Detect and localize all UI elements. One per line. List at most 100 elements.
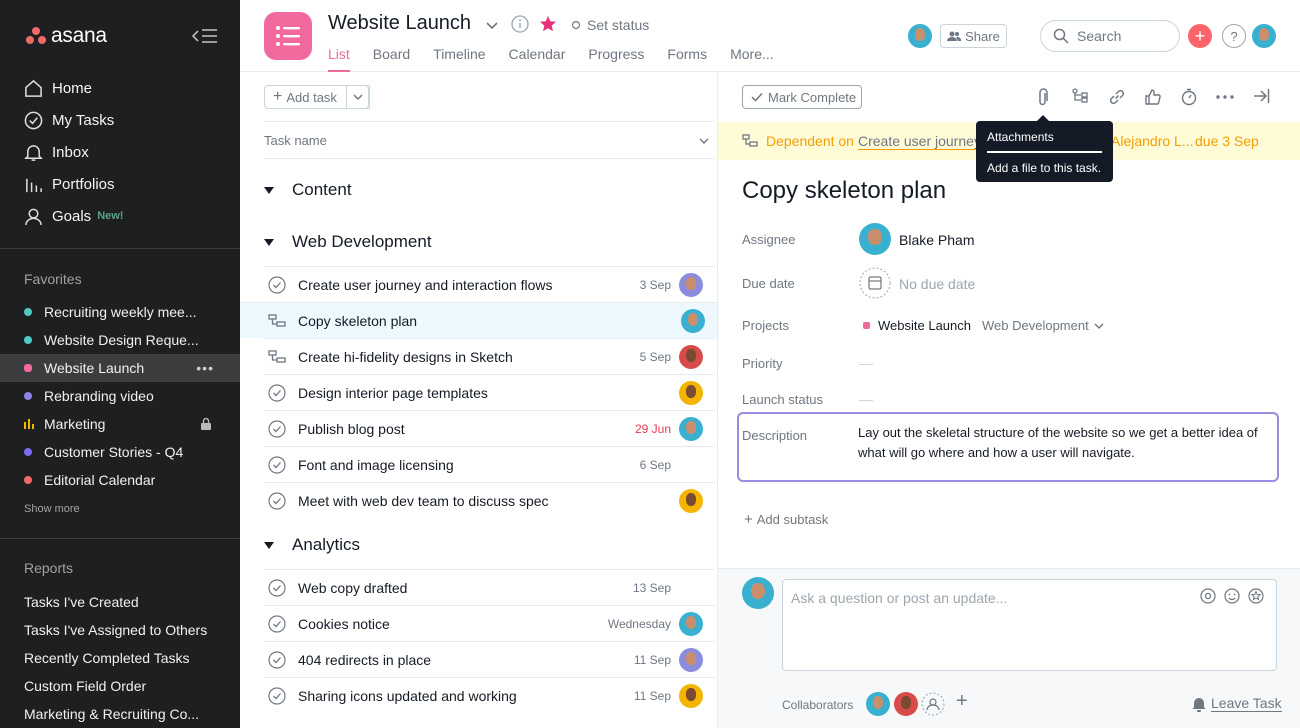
favorite-customer-stories[interactable]: Customer Stories - Q4	[0, 438, 240, 466]
task-assignee-avatar[interactable]	[679, 345, 703, 369]
description-text[interactable]: Lay out the skeletal structure of the we…	[858, 423, 1278, 463]
launch-status-value[interactable]: —	[859, 391, 873, 407]
task-row[interactable]: Font and image licensing 6 Sep	[264, 446, 715, 482]
share-button[interactable]: Share	[940, 24, 1007, 48]
link-icon[interactable]	[1108, 88, 1126, 106]
collapse-sidebar-icon[interactable]	[192, 28, 218, 44]
tab-calendar[interactable]: Calendar	[509, 46, 566, 72]
task-name[interactable]: Cookies notice	[298, 616, 390, 632]
task-assignee-avatar[interactable]	[679, 381, 703, 405]
thumbs-up-icon[interactable]	[1144, 88, 1162, 106]
project-chip[interactable]: Website Launch	[859, 318, 971, 333]
favorite-recruiting[interactable]: Recruiting weekly mee...	[0, 298, 240, 326]
task-assignee-avatar[interactable]	[679, 417, 703, 441]
timer-icon[interactable]	[1180, 88, 1198, 106]
chevron-down-icon[interactable]	[699, 136, 709, 146]
nav-home[interactable]: Home	[24, 77, 92, 99]
triangle-down-icon[interactable]	[264, 541, 274, 549]
triangle-down-icon[interactable]	[264, 238, 274, 246]
task-due-date[interactable]: 3 Sep	[640, 278, 671, 292]
nav-goals[interactable]: Goals New!	[24, 205, 123, 227]
comment-input[interactable]: Ask a question or post an update...	[782, 579, 1277, 671]
report-item[interactable]: Recently Completed Tasks	[24, 650, 189, 666]
triangle-down-icon[interactable]	[264, 186, 274, 194]
close-pane-icon[interactable]	[1252, 88, 1270, 104]
calendar-icon[interactable]	[859, 267, 891, 299]
project-list-icon[interactable]	[264, 12, 312, 60]
task-name[interactable]: Design interior page templates	[298, 385, 488, 401]
add-subtask-button[interactable]: + Add subtask	[744, 511, 828, 528]
subtasks-icon[interactable]	[1072, 88, 1090, 104]
show-more-link[interactable]: Show more	[24, 503, 80, 515]
task-row[interactable]: 404 redirects in place 11 Sep	[264, 641, 715, 677]
task-name[interactable]: Copy skeleton plan	[298, 313, 417, 329]
favorite-rebranding[interactable]: Rebranding video	[0, 382, 240, 410]
task-due-date[interactable]: 13 Sep	[633, 581, 671, 595]
check-circle-icon[interactable]	[268, 275, 286, 294]
set-status-button[interactable]: Set status	[571, 17, 649, 33]
task-assignee-avatar[interactable]	[679, 273, 703, 297]
project-member-avatar[interactable]	[908, 24, 932, 48]
task-name[interactable]: Publish blog post	[298, 421, 405, 437]
assignee-avatar[interactable]	[859, 223, 891, 255]
task-assignee-avatar[interactable]	[681, 309, 705, 333]
task-name[interactable]: Web copy drafted	[298, 580, 407, 596]
task-assignee-avatar[interactable]	[679, 489, 703, 513]
task-name[interactable]: Create user journey and interaction flow…	[298, 277, 552, 293]
info-icon[interactable]	[511, 15, 529, 33]
more-options-icon[interactable]	[1216, 94, 1234, 100]
task-due-date[interactable]: 6 Sep	[640, 458, 671, 472]
favorite-editorial[interactable]: Editorial Calendar	[0, 466, 240, 494]
dependency-assignee[interactable]: Alejandro L...	[1111, 133, 1194, 149]
task-due-date[interactable]: 11 Sep	[634, 689, 671, 703]
add-collaborator-icon[interactable]	[921, 692, 945, 716]
report-item[interactable]: Tasks I've Assigned to Others	[24, 622, 207, 638]
report-item[interactable]: Tasks I've Created	[24, 594, 139, 610]
paperclip-icon[interactable]	[1036, 88, 1052, 106]
task-due-date[interactable]: Wednesday	[608, 617, 671, 631]
task-row[interactable]: Meet with web dev team to discuss spec	[264, 482, 715, 518]
task-row[interactable]: Cookies notice Wednesday	[264, 605, 715, 641]
task-row[interactable]: Create user journey and interaction flow…	[264, 266, 715, 302]
user-avatar[interactable]	[1252, 24, 1276, 48]
help-button[interactable]: ?	[1222, 24, 1246, 48]
task-row[interactable]: Sharing icons updated and working 11 Sep	[264, 677, 715, 713]
task-name[interactable]: Sharing icons updated and working	[298, 688, 517, 704]
task-name[interactable]: Font and image licensing	[298, 457, 454, 473]
task-title[interactable]: Copy skeleton plan	[742, 177, 946, 205]
tab-board[interactable]: Board	[373, 46, 410, 72]
task-row[interactable]: Web copy drafted 13 Sep	[264, 569, 715, 605]
tab-progress[interactable]: Progress	[588, 46, 644, 72]
dependency-icon[interactable]	[268, 348, 286, 366]
task-row[interactable]: Copy skeleton plan	[240, 302, 717, 338]
task-due-date[interactable]: 5 Sep	[640, 350, 671, 364]
section-analytics[interactable]: Analytics	[264, 535, 360, 555]
nav-inbox[interactable]: Inbox	[24, 141, 89, 163]
task-assignee-avatar[interactable]	[679, 684, 703, 708]
report-item[interactable]: Custom Field Order	[24, 678, 146, 694]
emoji-icon[interactable]	[1224, 588, 1240, 604]
check-circle-icon[interactable]	[268, 578, 286, 597]
quick-add-button[interactable]: +	[1188, 24, 1212, 48]
collaborator-avatar[interactable]	[894, 692, 918, 716]
tab-more[interactable]: More...	[730, 46, 774, 72]
collaborator-avatar[interactable]	[866, 692, 890, 716]
star-icon[interactable]	[1248, 588, 1264, 604]
task-row[interactable]: Create hi-fidelity designs in Sketch 5 Se…	[264, 338, 715, 374]
check-circle-icon[interactable]	[268, 383, 286, 402]
tab-timeline[interactable]: Timeline	[433, 46, 485, 72]
search-input[interactable]: Search	[1040, 20, 1180, 52]
check-circle-icon[interactable]	[268, 455, 286, 474]
favorite-website-design[interactable]: Website Design Reque...	[0, 326, 240, 354]
leave-task-button[interactable]: Leave Task	[1192, 695, 1282, 712]
task-due-date[interactable]: 11 Sep	[634, 653, 671, 667]
section-selector[interactable]: Web Development	[982, 318, 1104, 333]
dependency-task-link[interactable]: Create user journey	[857, 133, 981, 150]
chevron-down-icon[interactable]	[485, 18, 499, 32]
due-date-value[interactable]: No due date	[899, 276, 975, 292]
mark-complete-button[interactable]: Mark Complete	[742, 85, 862, 109]
nav-portfolios[interactable]: Portfolios	[24, 173, 115, 195]
check-circle-icon[interactable]	[268, 491, 286, 510]
at-mention-icon[interactable]	[1200, 588, 1216, 604]
add-task-dropdown[interactable]	[346, 85, 369, 109]
